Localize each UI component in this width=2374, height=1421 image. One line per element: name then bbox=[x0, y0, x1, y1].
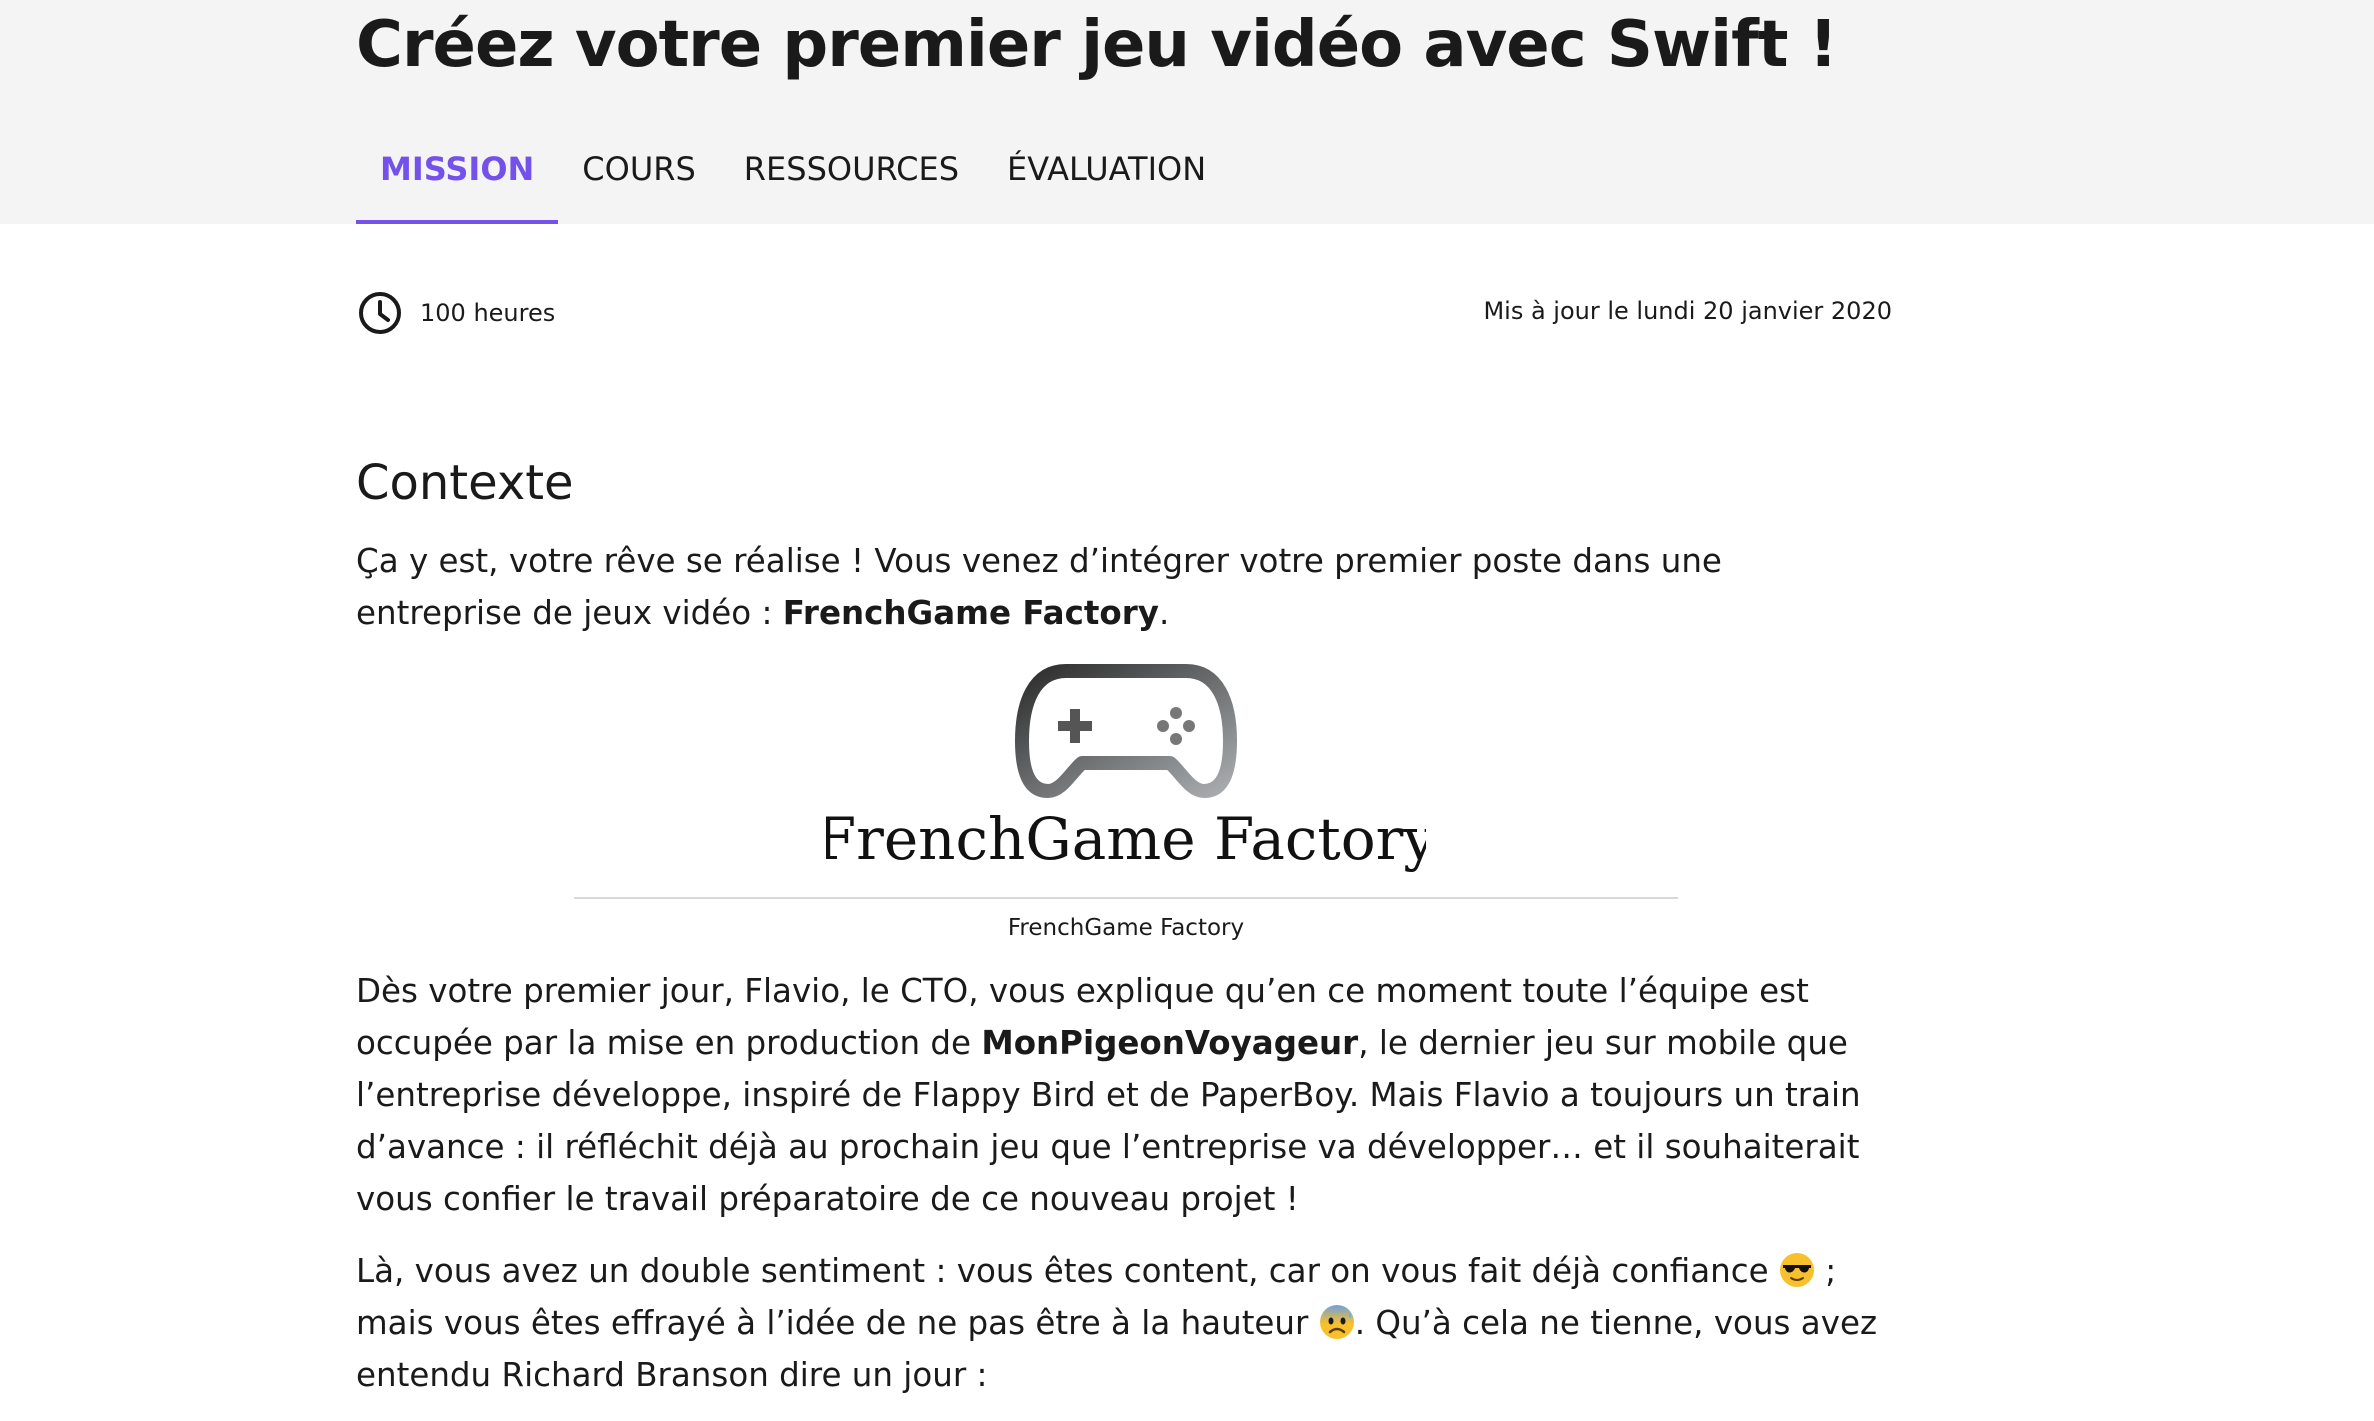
page-title: Créez votre premier jeu vidéo avec Swift… bbox=[356, 8, 1838, 82]
clock-icon bbox=[359, 292, 401, 334]
tab-evaluation[interactable]: ÉVALUATION bbox=[983, 140, 1230, 224]
game-name: MonPigeonVoyageur bbox=[981, 1024, 1359, 1062]
company-name: FrenchGame Factory bbox=[782, 594, 1159, 632]
sunglasses-emoji-icon bbox=[1779, 1253, 1814, 1287]
figure-divider bbox=[574, 897, 1678, 899]
tab-cours[interactable]: COURS bbox=[558, 140, 720, 224]
page-header: Créez votre premier jeu vidéo avec Swift… bbox=[0, 0, 2374, 224]
last-updated: Mis à jour le lundi 20 janvier 2020 bbox=[1483, 297, 1892, 325]
paragraph-context: Dès votre premier jour, Flavio, le CTO, … bbox=[356, 965, 1896, 1225]
section-heading: Contexte bbox=[356, 455, 574, 511]
logo-wordmark: FrenchGame Factory bbox=[826, 805, 1426, 873]
company-logo-figure: FrenchGame Factory FrenchGame Factory bbox=[356, 659, 1896, 941]
course-duration: 100 heures bbox=[356, 289, 555, 337]
duration-text: 100 heures bbox=[420, 299, 556, 327]
tab-ressources[interactable]: RESSOURCES bbox=[720, 140, 983, 224]
feelings-text-1: Là, vous avez un double sentiment : vous… bbox=[356, 1252, 1779, 1290]
paragraph-intro: Ça y est, votre rêve se réalise ! Vous v… bbox=[356, 535, 1896, 639]
tab-mission[interactable]: MISSION bbox=[356, 140, 559, 224]
figure-caption: FrenchGame Factory bbox=[1007, 915, 1245, 941]
paragraph-feelings: Là, vous avez un double sentiment : vous… bbox=[356, 1245, 1896, 1401]
anxious-face-emoji-icon bbox=[1319, 1305, 1354, 1339]
company-logo: FrenchGame Factory bbox=[826, 664, 1426, 873]
tab-bar: MISSION COURS RESSOURCES ÉVALUATION bbox=[356, 140, 1230, 224]
gamepad-icon bbox=[1015, 664, 1237, 798]
mission-content: Contexte Ça y est, votre rêve se réalise… bbox=[356, 455, 1896, 1421]
intro-end: . bbox=[1158, 594, 1170, 632]
